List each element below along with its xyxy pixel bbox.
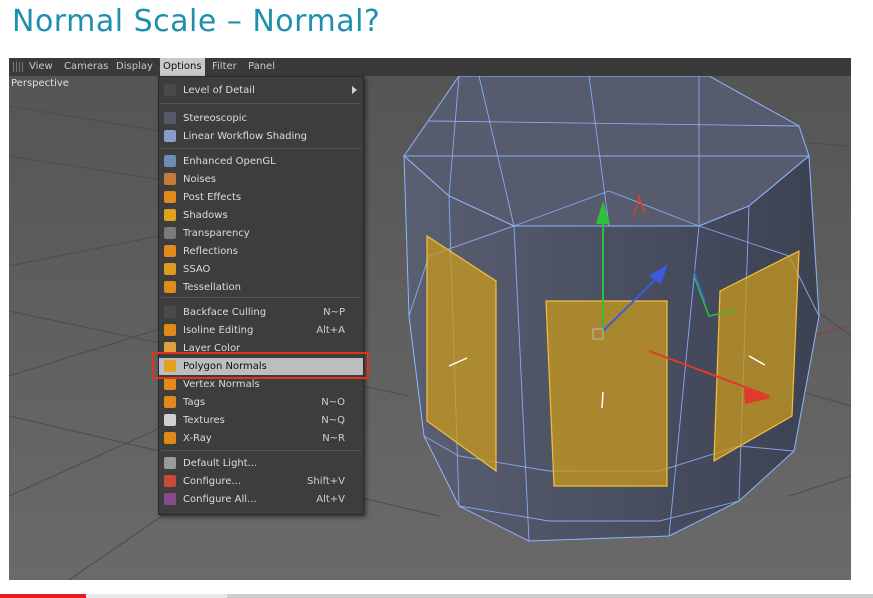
menu-item-label: Backface Culling [183,307,267,318]
menu-item-shortcut: N~Q [321,415,345,426]
post-effects-icon [164,191,176,203]
xray-icon [164,432,176,444]
menu-item-level-of-detail[interactable]: Level of Detail [159,82,363,99]
menu-item-configure[interactable]: Configure... Shift+V [159,473,363,490]
linear-workflow-icon [164,130,176,142]
menu-item-shortcut: N~P [323,307,345,318]
viewport[interactable]: View Cameras Display Options Filter Pane… [9,58,851,580]
default-light-icon [164,457,176,469]
menu-item-ssao[interactable]: SSAO [159,261,363,278]
menu-item-enhanced-opengl[interactable]: Enhanced OpenGL [159,153,363,170]
menu-item-x-ray[interactable]: X-Ray N~R [159,430,363,447]
enhanced-opengl-icon [164,155,176,167]
shadows-icon [164,209,176,221]
menu-item-label: Configure All... [183,494,257,505]
menubar-grip-icon[interactable] [13,62,23,72]
menu-item-isoline-editing[interactable]: Isoline Editing Alt+A [159,322,363,339]
viewport-menubar: View Cameras Display Options Filter Pane… [9,58,851,76]
menu-item-shortcut: Shift+V [307,476,345,487]
menu-item-post-effects[interactable]: Post Effects [159,189,363,206]
menu-options[interactable]: Options [160,58,205,76]
menu-item-label: Textures [183,415,225,426]
menu-view[interactable]: View [29,61,53,72]
menu-item-shadows[interactable]: Shadows [159,207,363,224]
vertex-normals-icon [164,378,176,390]
menu-item-label: Reflections [183,246,238,257]
isoline-editing-icon [164,324,176,336]
menu-item-tessellation[interactable]: Tessellation [159,279,363,296]
menu-item-linear-workflow-shading[interactable]: Linear Workflow Shading [159,128,363,145]
menu-item-label: Tessellation [183,282,241,293]
textures-icon [164,414,176,426]
video-progress [0,594,86,598]
noises-icon [164,173,176,185]
menu-item-label: Level of Detail [183,85,255,96]
configure-icon [164,475,176,487]
menu-item-backface-culling[interactable]: Backface Culling N~P [159,304,363,321]
camera-label[interactable]: Perspective [11,78,69,89]
viewport-scene[interactable] [9,76,851,580]
menu-separator [161,297,361,298]
backface-culling-icon [164,306,176,318]
video-progress-bar[interactable] [0,594,873,598]
stereoscopic-icon [164,112,176,124]
menu-item-textures[interactable]: Textures N~Q [159,412,363,429]
transparency-icon [164,227,176,239]
menu-separator [161,450,361,451]
menu-filter[interactable]: Filter [212,61,237,72]
menu-cameras[interactable]: Cameras [64,61,108,72]
menu-item-label: Shadows [183,210,228,221]
lod-icon [164,84,176,96]
menu-item-label: Noises [183,174,216,185]
menu-item-configure-all[interactable]: Configure All... Alt+V [159,491,363,508]
menu-item-label: Enhanced OpenGL [183,156,276,167]
octagonal-mesh[interactable] [403,76,820,542]
menu-item-noises[interactable]: Noises [159,171,363,188]
menu-item-reflections[interactable]: Reflections [159,243,363,260]
menu-item-label: Default Light... [183,458,258,469]
highlight-box [152,352,369,379]
menu-separator [161,103,361,104]
menu-item-label: Isoline Editing [183,325,254,336]
options-menu: Level of Detail Stereoscopic Linear Workfl… [158,76,364,515]
menu-item-label: SSAO [183,264,211,275]
menu-item-label: Linear Workflow Shading [183,131,307,142]
menu-item-label: Configure... [183,476,242,487]
menu-item-label: Transparency [183,228,250,239]
menu-item-label: Tags [183,397,206,408]
menu-item-stereoscopic[interactable]: Stereoscopic [159,110,363,127]
menu-item-label: Vertex Normals [183,379,260,390]
menu-item-shortcut: Alt+V [316,494,345,505]
ssao-icon [164,263,176,275]
menu-panel[interactable]: Panel [248,61,275,72]
menu-item-label: X-Ray [183,433,212,444]
tags-icon [164,396,176,408]
menu-item-transparency[interactable]: Transparency [159,225,363,242]
menu-item-shortcut: N~R [322,433,345,444]
menu-item-shortcut: N~O [321,397,345,408]
menu-item-tags[interactable]: Tags N~O [159,394,363,411]
reflections-icon [164,245,176,257]
menu-item-label: Post Effects [183,192,242,203]
menu-item-label: Stereoscopic [183,113,248,124]
menu-item-default-light[interactable]: Default Light... [159,455,363,472]
tessellation-icon [164,281,176,293]
slide-title: Normal Scale – Normal? [12,4,381,39]
menu-separator [161,148,361,149]
menu-display[interactable]: Display [116,61,153,72]
configure-all-icon [164,493,176,505]
menu-item-shortcut: Alt+A [316,325,345,336]
submenu-arrow-icon [352,86,357,94]
